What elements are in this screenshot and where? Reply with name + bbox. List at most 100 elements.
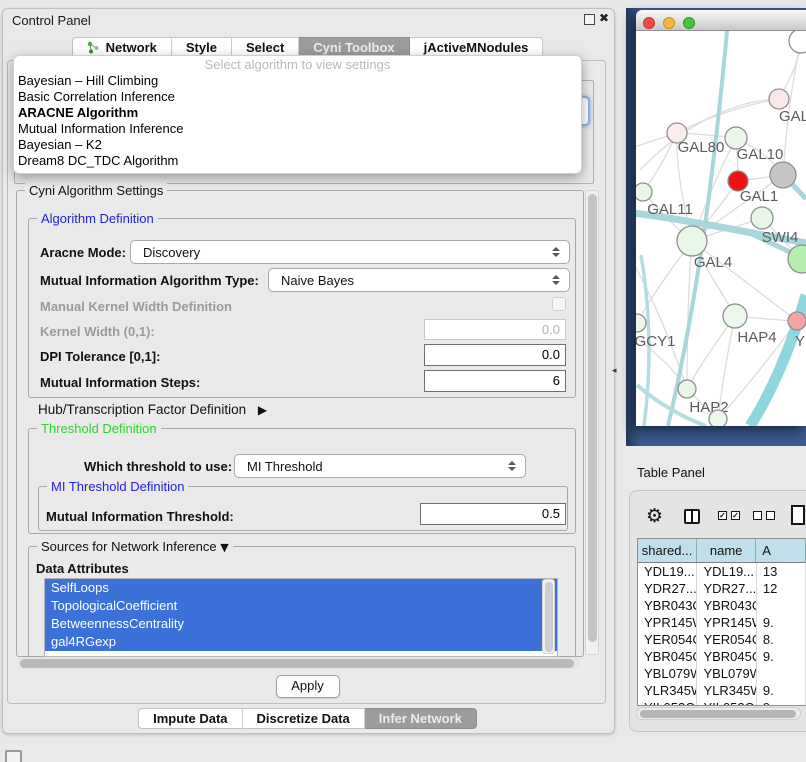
tab-discretize-data[interactable]: Discretize Data <box>243 708 365 729</box>
tab-infer-network[interactable]: Infer Network <box>365 708 477 729</box>
algorithm-option[interactable]: Bayesian – Hill Climbing <box>14 73 581 89</box>
horizontal-scrollbar-thumb[interactable] <box>20 659 574 668</box>
network-node-label: GAL <box>779 108 806 125</box>
table-cell: YDR27... <box>697 580 756 597</box>
list-scrollbar-thumb[interactable] <box>545 582 553 652</box>
network-canvas[interactable]: GALGAL80GAL10GAL1GAL11SWI4GAL4GCY1HAP4YH… <box>636 31 806 426</box>
unchecked-box-icon <box>766 511 775 520</box>
mi-threshold-field[interactable]: 0.5 <box>420 503 566 525</box>
table-cell: YBR043C <box>638 597 697 614</box>
node-table[interactable]: shared... name A YDL19...YDL19...13YDR27… <box>637 538 806 706</box>
close-window-icon[interactable] <box>643 17 655 29</box>
data-attributes-label: Data Attributes <box>36 561 129 576</box>
close-panel-icon[interactable]: ✖ <box>599 11 609 25</box>
table-cell: 9. <box>757 614 806 631</box>
mi-steps-label: Mutual Information Steps: <box>40 375 200 390</box>
algorithm-option[interactable]: Basic Correlation Inference <box>14 89 581 105</box>
data-attribute-option[interactable]: gal4RGexp <box>45 633 557 651</box>
column-header-shared-name[interactable]: shared... <box>638 539 697 562</box>
table-body: YDL19...YDL19...13YDR27...YDR27...12YBR0… <box>638 563 806 706</box>
table-cell: YER054C <box>638 631 697 648</box>
settings-horizontal-scrollbar[interactable] <box>18 657 580 669</box>
export-table-icon[interactable] <box>791 505 805 525</box>
select-all-rows-icon[interactable]: ✓ ✓ <box>718 511 740 520</box>
sources-group-title[interactable]: Sources for Network Inference ▼ <box>37 539 233 554</box>
settings-scrollbar-thumb[interactable] <box>588 194 597 642</box>
tab-jactivemnodules-label: jActiveMNodules <box>424 40 529 55</box>
mi-steps-field[interactable]: 6 <box>424 370 566 392</box>
network-node[interactable] <box>751 207 773 229</box>
minimize-window-icon[interactable] <box>663 17 675 29</box>
network-graph: GALGAL80GAL10GAL1GAL11SWI4GAL4GCY1HAP4YH… <box>636 31 806 426</box>
table-row[interactable]: YPR145WYPR145W9. <box>638 614 806 631</box>
table-cell: 8. <box>757 631 806 648</box>
table-row[interactable]: YIL052CYIL052C9. <box>638 699 806 706</box>
gear-icon[interactable]: ⚙ <box>646 505 663 527</box>
algorithm-dropdown-popup: Select algorithm to view settings Bayesi… <box>13 55 582 174</box>
checked-box-icon: ✓ <box>718 511 727 520</box>
control-panel-title: Control Panel <box>12 13 91 28</box>
panel-splitter-grip[interactable]: ◂ <box>612 366 617 376</box>
apply-button[interactable]: Apply <box>276 675 340 698</box>
table-cell: YBR043C <box>697 597 756 614</box>
mi-threshold-label: Mutual Information Threshold: <box>46 509 234 524</box>
sources-title-label: Sources for Network Inference <box>41 539 217 554</box>
table-row[interactable]: YLR345WYLR345W9. <box>638 682 806 699</box>
algorithm-option[interactable]: ARACNE Algorithm <box>14 105 581 121</box>
network-node[interactable] <box>723 304 747 328</box>
table-cell: 9. <box>757 682 806 699</box>
network-node[interactable] <box>678 380 696 398</box>
network-node[interactable] <box>789 31 806 53</box>
algorithm-option[interactable]: Dream8 DC_TDC Algorithm <box>14 153 581 169</box>
mi-algorithm-type-value: Naive Bayes <box>269 273 552 288</box>
dpi-tolerance-field[interactable]: 0.0 <box>424 344 566 366</box>
network-window-titlebar[interactable] <box>636 10 806 31</box>
tab-impute-data[interactable]: Impute Data <box>138 708 242 729</box>
column-visibility-icon[interactable] <box>684 509 700 524</box>
network-node[interactable] <box>636 183 652 201</box>
data-attribute-option[interactable]: SelfLoops <box>45 579 557 597</box>
which-threshold-select[interactable]: MI Threshold <box>234 454 526 478</box>
table-row[interactable]: YBR043CYBR043C <box>638 597 806 614</box>
network-node-label: GAL11 <box>647 201 693 218</box>
column-header-name[interactable]: name <box>697 539 756 562</box>
network-node[interactable] <box>677 226 707 256</box>
deselect-all-rows-icon[interactable] <box>753 511 775 520</box>
data-attribute-option[interactable]: BetweennessCentrality <box>45 615 557 633</box>
hub-transcription-factor-disclosure[interactable]: Hub/Transcription Factor Definition ▶ <box>38 402 267 417</box>
data-attribute-option[interactable]: TopologicalCoefficient <box>45 597 557 615</box>
float-window-icon[interactable] <box>584 14 595 25</box>
data-attributes-items: SelfLoopsTopologicalCoefficientBetweenne… <box>45 579 557 651</box>
table-row[interactable]: YER054CYER054C8. <box>638 631 806 648</box>
aracne-mode-value: Discovery <box>131 245 552 260</box>
algorithm-option[interactable]: Bayesian – K2 <box>14 137 581 153</box>
kernel-width-field[interactable]: 0.0 <box>424 319 566 340</box>
table-horizontal-scrollbar[interactable] <box>636 707 801 720</box>
settings-vertical-scrollbar[interactable] <box>585 190 599 655</box>
network-node[interactable] <box>788 312 806 330</box>
mi-algorithm-type-select[interactable]: Naive Bayes <box>268 268 570 292</box>
table-cell: YER054C <box>697 631 756 648</box>
table-cell: YBL079W <box>638 665 697 682</box>
table-row[interactable]: YDR27...YDR27...12 <box>638 580 806 597</box>
algorithm-option[interactable]: Mutual Information Inference <box>14 121 581 137</box>
table-row[interactable]: YBL079WYBL079W <box>638 665 806 682</box>
algorithm-option-list: Bayesian – Hill ClimbingBasic Correlatio… <box>14 73 581 169</box>
table-scrollbar-thumb[interactable] <box>640 710 796 718</box>
zoom-window-icon[interactable] <box>683 17 695 29</box>
column-header-a[interactable]: A <box>756 539 806 562</box>
table-row[interactable]: YBR045CYBR045C9. <box>638 648 806 665</box>
minimized-panel-icon[interactable] <box>5 750 22 762</box>
network-node[interactable] <box>770 162 796 188</box>
aracne-mode-select[interactable]: Discovery <box>130 240 570 264</box>
network-node[interactable] <box>636 314 646 332</box>
network-node[interactable] <box>769 89 789 109</box>
kernel-width-label: Kernel Width (0,1): <box>40 324 155 339</box>
network-node[interactable] <box>788 245 806 273</box>
network-node-label: GAL10 <box>737 146 784 163</box>
list-vertical-scrollbar[interactable] <box>542 579 555 654</box>
manual-kernel-width-checkbox[interactable] <box>552 297 566 311</box>
table-row[interactable]: YDL19...YDL19...13 <box>638 563 806 580</box>
network-node-label: GAL1 <box>740 188 778 205</box>
network-node[interactable] <box>709 410 727 426</box>
